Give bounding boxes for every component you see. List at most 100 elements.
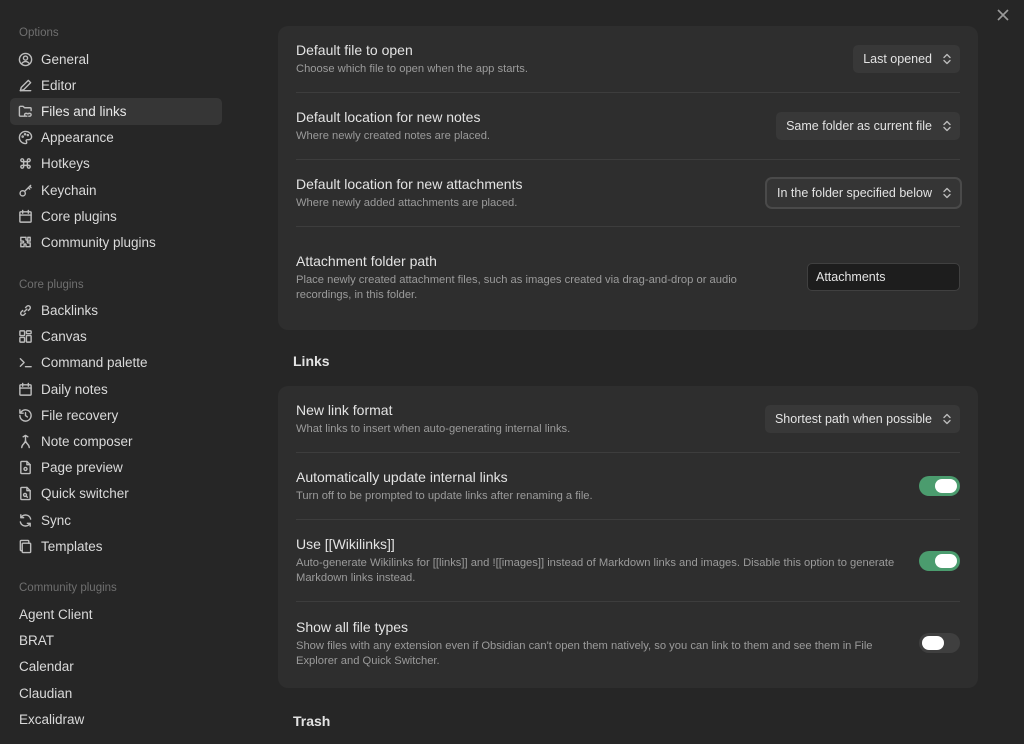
chevron-updown-icon: [943, 413, 951, 425]
chevron-updown-icon: [943, 120, 951, 132]
sidebar-item-hotkeys[interactable]: Hotkeys: [10, 151, 222, 177]
dropdown-value: Last opened: [863, 52, 932, 66]
dropdown-value: Shortest path when possible: [774, 412, 932, 426]
toggle-knob: [935, 553, 957, 568]
new-link-format-dropdown[interactable]: Shortest path when possible: [764, 405, 960, 433]
sidebar-item-label: Note composer: [41, 434, 133, 450]
sidebar-item-page-preview[interactable]: Page preview: [10, 455, 222, 481]
sidebar-item-label: Community plugins: [41, 234, 156, 250]
dropdown-value: In the folder specified below: [777, 186, 932, 200]
sidebar-item-file-recovery[interactable]: File recovery: [10, 402, 222, 428]
setting-new-notes-location: Default location for new notes Where new…: [296, 93, 960, 160]
templates-icon: [18, 539, 33, 554]
sidebar-item-label: Excalidraw: [19, 711, 85, 727]
core-plugins-section-title: Core plugins: [19, 278, 84, 291]
sidebar-item-label: Templates: [41, 538, 103, 554]
sidebar-item-label: BRAT: [19, 633, 55, 649]
sync-icon: [18, 513, 33, 528]
merge-icon: [18, 434, 33, 449]
links-settings-card: New link format What links to insert whe…: [278, 386, 978, 688]
new-notes-location-dropdown[interactable]: Same folder as current file: [776, 112, 960, 140]
sidebar-item-label: Canvas: [41, 329, 87, 345]
auto-update-links-toggle[interactable]: [919, 476, 960, 496]
sidebar-item-general[interactable]: General: [10, 46, 222, 72]
preview-icon: [18, 460, 33, 475]
sidebar-item-command-palette[interactable]: Command palette: [10, 350, 222, 376]
toggle-knob: [922, 636, 944, 650]
setting-description: Where newly added attachments are placed…: [296, 197, 518, 209]
setting-info: New link format What links to insert whe…: [296, 401, 765, 437]
sidebar-item-editor[interactable]: Editor: [10, 72, 222, 98]
show-all-file-types-toggle[interactable]: [919, 633, 960, 653]
sidebar-item-label: Calendar: [19, 659, 74, 675]
dropdown-value: Same folder as current file: [786, 119, 932, 133]
core-plugins-group: Core plugins Backlinks Canvas Command pa…: [0, 278, 232, 560]
setting-show-all-file-types: Show all file types Show files with any …: [296, 602, 960, 684]
sidebar-item-label: Hotkeys: [41, 156, 90, 172]
sidebar-item-brat[interactable]: BRAT: [10, 628, 222, 654]
sidebar-item-keychain[interactable]: Keychain: [10, 177, 222, 203]
sidebar-item-calendar[interactable]: Calendar: [10, 654, 222, 680]
setting-name: Use [[Wikilinks]]: [296, 536, 395, 552]
calendar-icon: [18, 209, 33, 224]
attachment-folder-input[interactable]: [807, 263, 960, 291]
sidebar-item-core-plugins[interactable]: Core plugins: [10, 203, 222, 229]
sidebar-item-excalidraw[interactable]: Excalidraw: [10, 706, 222, 732]
terminal-icon: [18, 355, 33, 370]
setting-info: Use [[Wikilinks]] Auto-generate Wikilink…: [296, 535, 919, 586]
command-icon: [18, 156, 33, 171]
canvas-icon: [18, 329, 33, 344]
sidebar-item-canvas[interactable]: Canvas: [10, 324, 222, 350]
sidebar-item-quick-switcher[interactable]: Quick switcher: [10, 481, 222, 507]
sidebar-item-backlinks[interactable]: Backlinks: [10, 298, 222, 324]
community-icon: [18, 235, 33, 250]
sidebar-item-label: Core plugins: [41, 208, 117, 224]
pencil-icon: [18, 78, 33, 93]
sidebar-item-claudian[interactable]: Claudian: [10, 680, 222, 706]
file-search-icon: [18, 486, 33, 501]
sidebar-item-templates[interactable]: Templates: [10, 533, 222, 559]
setting-name: New link format: [296, 402, 393, 418]
default-file-dropdown[interactable]: Last opened: [853, 45, 960, 73]
setting-info: Default location for new attachments Whe…: [296, 175, 767, 211]
attachments-location-dropdown[interactable]: In the folder specified below: [767, 179, 960, 207]
key-icon: [18, 183, 33, 198]
history-icon: [18, 408, 33, 423]
links-heading: Links: [293, 353, 330, 369]
sidebar-item-label: Daily notes: [41, 381, 108, 397]
options-section-title: Options: [19, 27, 59, 39]
sidebar-item-appearance[interactable]: Appearance: [10, 125, 222, 151]
setting-description: Show files with any extension even if Ob…: [296, 639, 873, 667]
setting-description: Turn off to be prompted to update links …: [296, 490, 593, 502]
sidebar-item-label: General: [41, 51, 90, 67]
sidebar-item-label: Command palette: [41, 355, 148, 371]
sidebar-item-label: Page preview: [41, 460, 123, 476]
sidebar-item-note-composer[interactable]: Note composer: [10, 428, 222, 454]
settings-sidebar: Options General Editor Files and links A…: [0, 0, 232, 744]
setting-info: Default location for new notes Where new…: [296, 108, 776, 144]
sidebar-item-label: Sync: [41, 512, 72, 528]
palette-icon: [18, 130, 33, 145]
sidebar-item-daily-notes[interactable]: Daily notes: [10, 376, 222, 402]
sidebar-item-sync[interactable]: Sync: [10, 507, 222, 533]
setting-auto-update-links: Automatically update internal links Turn…: [296, 453, 960, 520]
sidebar-item-label: Keychain: [41, 182, 97, 198]
sidebar-item-agent-client[interactable]: Agent Client: [10, 601, 222, 627]
setting-name: Default location for new attachments: [296, 176, 523, 192]
close-button[interactable]: [994, 6, 1012, 24]
sidebar-item-label: Backlinks: [41, 303, 99, 319]
chevron-updown-icon: [943, 53, 951, 65]
sidebar-item-files-and-links[interactable]: Files and links: [10, 98, 222, 125]
setting-description: Auto-generate Wikilinks for [[links]] an…: [296, 557, 895, 584]
sidebar-item-label: File recovery: [41, 407, 119, 423]
settings-window: Options General Editor Files and links A…: [0, 0, 1024, 744]
sidebar-item-label: Agent Client: [19, 606, 93, 622]
setting-attachment-folder: Attachment folder path Place newly creat…: [296, 227, 960, 327]
community-plugins-group: Community plugins Agent Client BRAT Cale…: [0, 581, 232, 732]
setting-info: Show all file types Show files with any …: [296, 618, 919, 669]
user-circle-icon: [18, 52, 33, 67]
daily-calendar-icon: [18, 382, 33, 397]
setting-default-file: Default file to open Choose which file t…: [296, 26, 960, 93]
sidebar-item-community-plugins[interactable]: Community plugins: [10, 229, 222, 255]
wikilinks-toggle[interactable]: [919, 550, 960, 571]
